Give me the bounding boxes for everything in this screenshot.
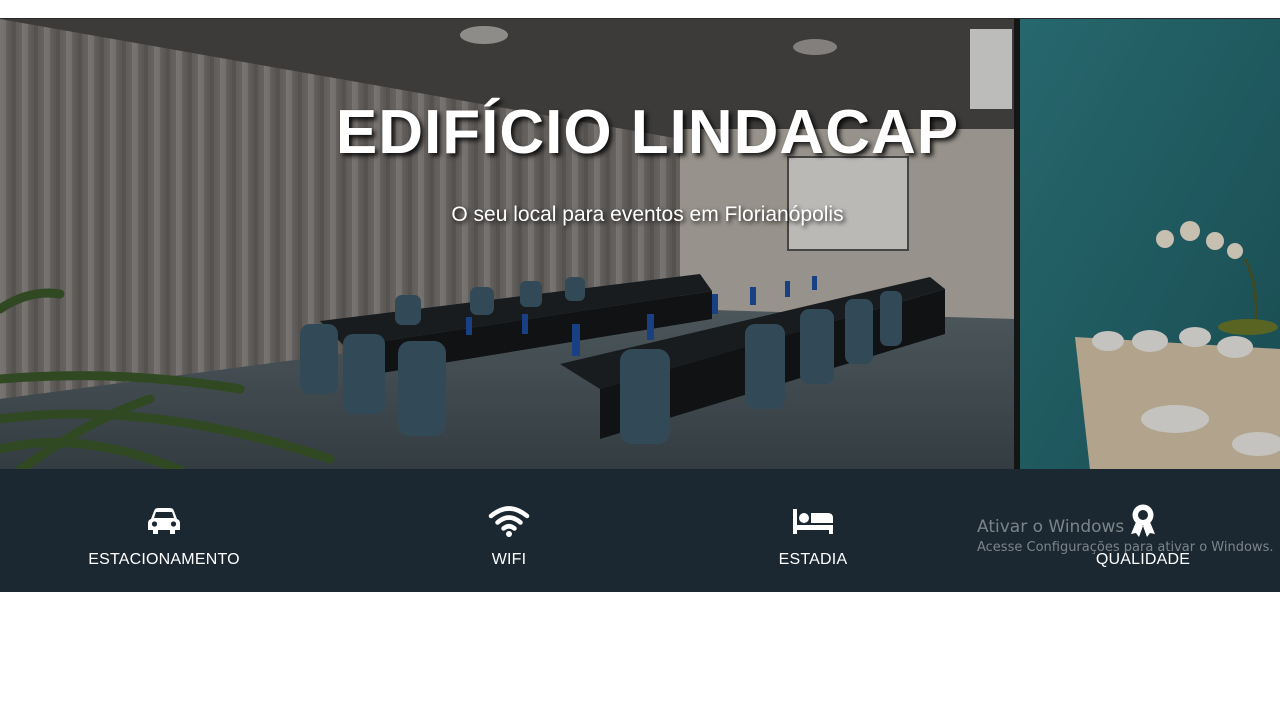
hero-overlay (0, 19, 1280, 469)
feature-stay-label: ESTADIA (778, 551, 848, 568)
hero-banner: EDIFÍCIO LINDACAP O seu local para event… (0, 18, 1280, 469)
feature-quality-label: QUALIDADE (1095, 551, 1191, 568)
wifi-icon (488, 505, 530, 537)
bed-icon (792, 505, 834, 537)
feature-wifi-label: WIFI (491, 551, 527, 568)
hero-subtitle: O seu local para eventos em Florianópoli… (451, 203, 844, 226)
feature-parking[interactable]: ESTACIONAMENTO (44, 469, 284, 592)
features-bar: ESTACIONAMENTO WIFI ESTADIA QUALIDADE (0, 469, 1280, 592)
hero-title: EDIFÍCIO LINDACAP (335, 98, 960, 167)
feature-quality[interactable]: QUALIDADE (1023, 469, 1263, 592)
feature-stay[interactable]: ESTADIA (693, 469, 933, 592)
feature-wifi[interactable]: WIFI (389, 469, 629, 592)
page: EDIFÍCIO LINDACAP O seu local para event… (0, 0, 1280, 720)
feature-parking-label: ESTACIONAMENTO (88, 551, 240, 568)
car-icon (147, 505, 181, 537)
award-icon (1129, 504, 1157, 537)
